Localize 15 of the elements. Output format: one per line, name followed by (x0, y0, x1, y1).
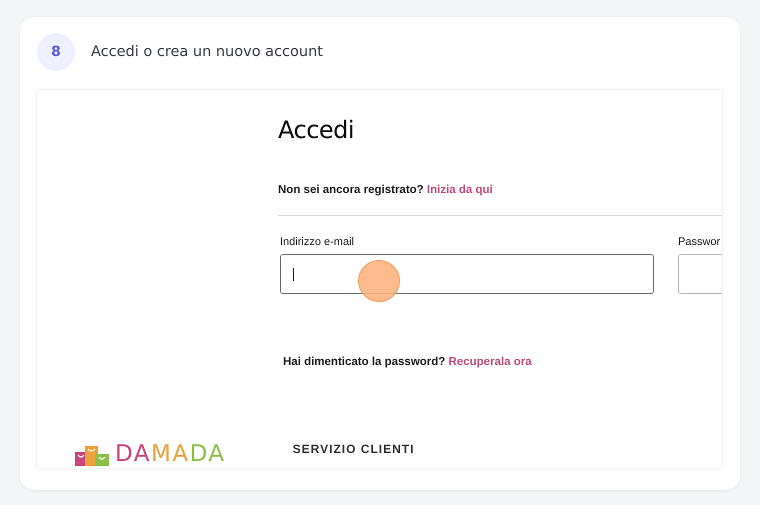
text-cursor (293, 268, 294, 280)
field-label: Indirizzo e-mail (280, 236, 355, 248)
login-heading: Accedi (278, 116, 356, 144)
click-marker (358, 260, 400, 302)
register-prompt: Non sei ancora registrato? (278, 184, 424, 196)
forgot-prompt: Hai dimenticato la password? (283, 356, 446, 368)
recover-link[interactable]: Recuperala ora (448, 356, 532, 368)
register-link[interactable]: Inizia da qui (426, 184, 493, 196)
brand-logo[interactable]: DAMADA (115, 442, 226, 466)
footer-heading: SERVIZIO CLIENTI (292, 442, 414, 456)
step-number: 8 (37, 33, 75, 71)
step-title: Accedi o crea un nuovo account (91, 44, 323, 60)
input-field[interactable] (280, 254, 654, 294)
shopping-bags-icon (75, 446, 109, 466)
field-label: Passwor (678, 236, 722, 248)
